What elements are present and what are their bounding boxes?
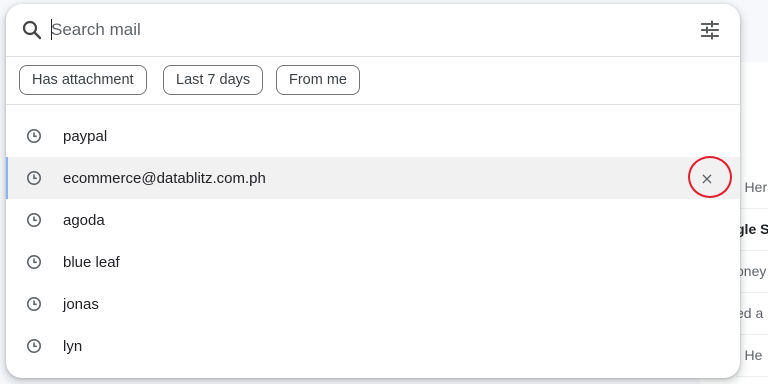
recent-search-label: blue leaf (63, 253, 120, 271)
mail-row-snippet-text: oney (736, 263, 767, 279)
recent-searches-list: paypal ecommerce@datablitz.com.ph × agod… (6, 115, 740, 367)
recent-search-label: jonas (63, 295, 99, 313)
recent-search-item[interactable]: lyn (6, 325, 740, 367)
mail-row-snippet-text: - Her (736, 179, 768, 195)
search-input[interactable] (51, 16, 651, 44)
search-dropdown: Has attachment Last 7 days From me paypa… (6, 4, 740, 378)
mail-row-snippet[interactable]: - Her (736, 166, 768, 209)
mail-row-snippet[interactable]: - He (736, 334, 768, 377)
clock-icon (26, 170, 42, 186)
chip-from-me[interactable]: From me (276, 65, 360, 95)
clock-icon (26, 128, 42, 144)
chip-has-attachment[interactable]: Has attachment (19, 65, 147, 95)
recent-search-label: lyn (63, 337, 83, 355)
search-filter-chips: Has attachment Last 7 days From me (6, 57, 740, 105)
text-cursor (51, 19, 52, 40)
recent-search-label: agoda (63, 211, 105, 229)
search-options-icon[interactable] (698, 18, 722, 42)
chip-last-7-days[interactable]: Last 7 days (163, 65, 264, 95)
clock-icon (26, 296, 42, 312)
remove-recent-search-button[interactable]: × (696, 167, 718, 189)
mail-row-snippet[interactable]: ed a (736, 292, 768, 335)
clock-icon (26, 254, 42, 270)
recent-search-label: ecommerce@datablitz.com.ph (63, 169, 266, 187)
recent-search-item[interactable]: agoda (6, 199, 740, 241)
clock-icon (26, 212, 42, 228)
search-icon[interactable] (20, 18, 44, 42)
recent-search-item[interactable]: jonas (6, 283, 740, 325)
recent-search-item[interactable]: ecommerce@datablitz.com.ph × (6, 157, 740, 199)
recent-search-item[interactable]: blue leaf (6, 241, 740, 283)
search-bar (6, 4, 740, 57)
mail-row-snippet[interactable]: oney (736, 250, 768, 293)
recent-search-label: paypal (63, 127, 108, 145)
mail-row-snippet-text: ed a (736, 305, 764, 321)
recent-search-item[interactable]: paypal (6, 115, 740, 157)
clock-icon (26, 338, 42, 354)
mail-row-snippet-text: gle S (736, 221, 768, 237)
mail-row-snippet[interactable]: gle S (736, 208, 768, 251)
